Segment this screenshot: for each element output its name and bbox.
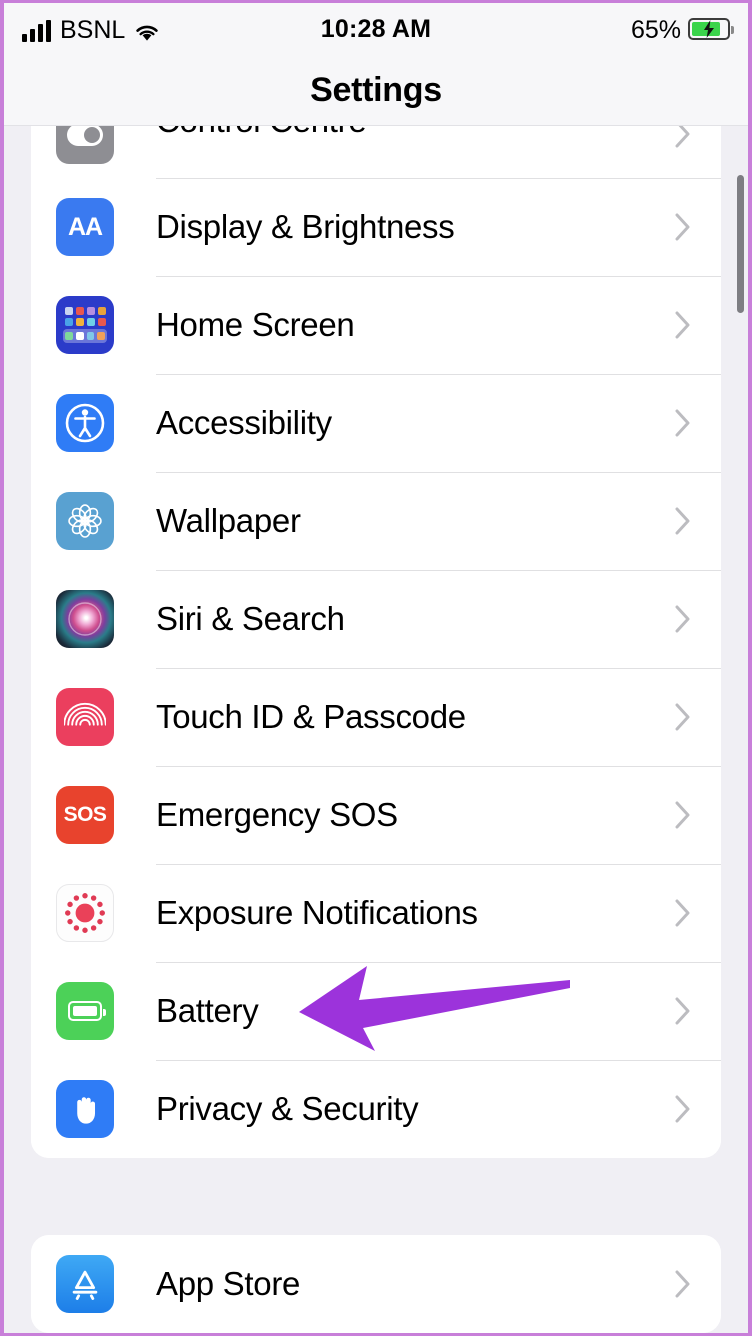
sos-glyph: SOS	[63, 803, 107, 826]
exposure-notifications-icon	[56, 884, 114, 942]
chevron-right-icon	[675, 899, 690, 927]
battery-icon	[56, 982, 114, 1040]
aa-glyph: AA	[67, 212, 103, 241]
settings-row-battery[interactable]: Battery	[31, 962, 721, 1060]
app-store-glyph	[72, 1270, 98, 1300]
app-store-icon	[56, 1255, 114, 1313]
chevron-right-icon	[675, 409, 690, 437]
settings-row-app-store[interactable]: App Store	[31, 1235, 721, 1333]
settings-row-label: Battery	[156, 992, 259, 1029]
settings-row-label: Exposure Notifications	[156, 894, 478, 931]
accessibility-icon	[56, 394, 114, 452]
status-bar: BSNL 10:28 AM 65%	[4, 3, 748, 55]
settings-row-display-brightness[interactable]: AA Display & Brightness	[31, 178, 721, 276]
settings-row-touch-id-passcode[interactable]: Touch ID & Passcode	[31, 668, 721, 766]
app-grid-glyph	[63, 307, 107, 343]
settings-row-privacy-security[interactable]: Privacy & Security	[31, 1060, 721, 1158]
settings-row-exposure-notifications[interactable]: Exposure Notifications	[31, 864, 721, 962]
siri-orb-glyph	[68, 602, 102, 636]
display-brightness-icon: AA	[56, 198, 114, 256]
chevron-right-icon	[675, 605, 690, 633]
settings-row-home-screen[interactable]: Home Screen	[31, 276, 721, 374]
accessibility-glyph	[65, 403, 105, 443]
exposure-dots-glyph	[65, 893, 105, 933]
home-screen-icon	[56, 296, 114, 354]
emergency-sos-icon: SOS	[56, 786, 114, 844]
battery-charging-icon	[688, 18, 734, 40]
privacy-security-icon	[56, 1080, 114, 1138]
settings-row-siri-search[interactable]: Siri & Search	[31, 570, 721, 668]
battery-glyph	[68, 1001, 106, 1021]
settings-row-label: Control Centre	[156, 126, 367, 140]
settings-group-primary: Control Centre AA Display & Brightness Home…	[31, 126, 721, 1158]
iphone-screen: BSNL 10:28 AM 65% Settings Con	[0, 0, 752, 1336]
navigation-bar: Settings	[4, 55, 748, 126]
settings-row-emergency-sos[interactable]: SOS Emergency SOS	[31, 766, 721, 864]
chevron-right-icon	[675, 801, 690, 829]
settings-row-label: Siri & Search	[156, 600, 345, 637]
fingerprint-glyph	[64, 702, 106, 726]
flower-glyph	[68, 504, 102, 538]
settings-row-label: App Store	[156, 1265, 301, 1302]
page-title: Settings	[310, 70, 442, 109]
chevron-right-icon	[675, 997, 690, 1025]
settings-row-label: Display & Brightness	[156, 208, 455, 245]
settings-row-label: Privacy & Security	[156, 1090, 419, 1127]
chevron-right-icon	[675, 507, 690, 535]
toggle-glyph	[67, 126, 103, 146]
settings-row-control-centre[interactable]: Control Centre	[31, 126, 721, 178]
chevron-right-icon	[675, 1270, 690, 1298]
status-bar-right: 65%	[630, 15, 734, 44]
chevron-right-icon	[675, 126, 690, 148]
control-centre-icon	[56, 126, 114, 164]
settings-row-label: Home Screen	[156, 306, 355, 343]
chevron-right-icon	[675, 311, 690, 339]
settings-row-accessibility[interactable]: Accessibility	[31, 374, 721, 472]
hand-glyph	[77, 1097, 96, 1124]
siri-search-icon	[56, 590, 114, 648]
settings-row-wallpaper[interactable]: Wallpaper	[31, 472, 721, 570]
touch-id-icon	[56, 688, 114, 746]
wallpaper-icon	[56, 492, 114, 550]
settings-row-label: Wallpaper	[156, 502, 301, 539]
vertical-scrollbar[interactable]	[737, 175, 744, 313]
settings-list[interactable]: Control Centre AA Display & Brightness Home…	[4, 126, 748, 1333]
chevron-right-icon	[675, 213, 690, 241]
chevron-right-icon	[675, 1095, 690, 1123]
settings-group-store: App Store	[31, 1235, 721, 1333]
settings-row-label: Accessibility	[156, 404, 332, 441]
settings-row-label: Touch ID & Passcode	[156, 698, 466, 735]
battery-percent-label: 65%	[630, 15, 681, 44]
chevron-right-icon	[675, 703, 690, 731]
settings-row-label: Emergency SOS	[156, 796, 398, 833]
